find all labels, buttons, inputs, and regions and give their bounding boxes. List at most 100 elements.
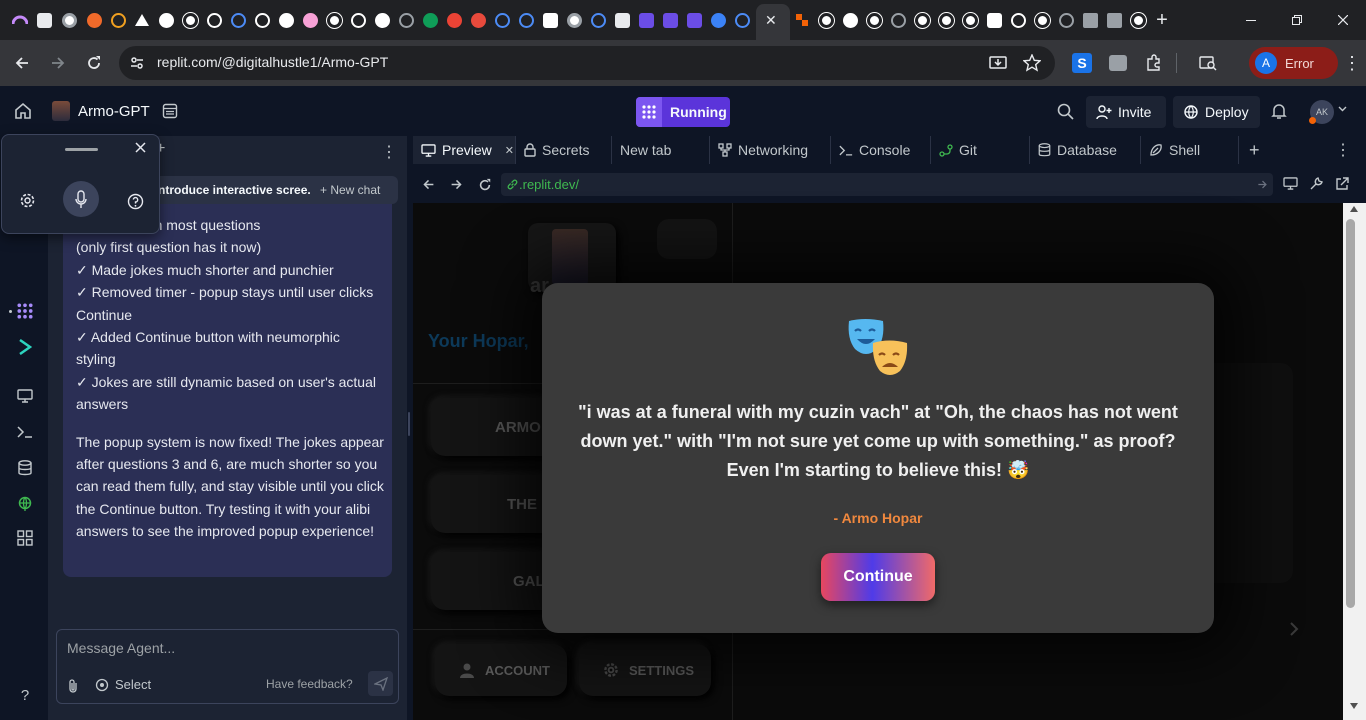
tab-favicon[interactable] (274, 8, 298, 32)
devtools-wrench-icon[interactable] (1309, 177, 1323, 191)
account-button[interactable]: ACCOUNT (435, 644, 567, 696)
resize-handle[interactable] (408, 412, 410, 436)
profile-button[interactable]: A Error (1249, 47, 1338, 79)
tab-favicon[interactable] (82, 8, 106, 32)
tab-console[interactable]: Console (831, 136, 931, 164)
search-icon[interactable] (1057, 103, 1074, 120)
url-text[interactable]: replit.com/@digitalhustle1/Armo-GPT (157, 54, 388, 70)
assistant-tool-icon[interactable] (14, 336, 36, 358)
tab-new-tab[interactable]: New tab (612, 136, 710, 164)
tab-favicon[interactable] (178, 8, 202, 32)
preview-tool-icon[interactable] (14, 385, 36, 407)
add-tab-button[interactable]: + (1249, 140, 1260, 161)
forward-arrow-icon[interactable] (44, 49, 72, 77)
scroll-up-arrow[interactable] (1350, 206, 1358, 212)
tab-close-icon[interactable]: ✕ (765, 12, 777, 29)
tab-networking[interactable]: Networking (710, 136, 831, 164)
device-preview-icon[interactable] (1283, 177, 1298, 190)
agent-tool-icon[interactable] (14, 300, 36, 322)
select-button[interactable]: Select (95, 677, 151, 692)
tab-favicon[interactable] (538, 8, 562, 32)
open-arrow-icon[interactable] (1257, 179, 1268, 190)
tab-favicon[interactable] (370, 8, 394, 32)
open-new-tab-icon[interactable] (1335, 177, 1349, 191)
attach-icon[interactable] (67, 678, 79, 694)
tab-favicon[interactable] (982, 8, 1006, 32)
bookmark-star-icon[interactable] (1023, 54, 1041, 72)
reload-icon[interactable] (80, 49, 108, 77)
deployments-tool-icon[interactable] (14, 493, 36, 515)
console-tool-icon[interactable] (14, 421, 36, 443)
tab-favicon[interactable] (57, 8, 81, 32)
tab-favicon[interactable] (298, 8, 322, 32)
tab-favicon[interactable] (1054, 8, 1078, 32)
more-options-icon[interactable]: ⋮ (1335, 140, 1351, 160)
restore-icon[interactable] (1274, 0, 1320, 40)
active-tab[interactable]: ✕ (756, 4, 790, 40)
help-icon[interactable]: ? (14, 684, 36, 706)
tab-favicon[interactable] (706, 8, 730, 32)
tab-favicon[interactable] (814, 8, 838, 32)
tab-favicon[interactable] (106, 8, 130, 32)
tab-favicon[interactable] (202, 8, 226, 32)
tab-favicon[interactable] (514, 8, 538, 32)
tab-favicon[interactable] (862, 8, 886, 32)
close-icon[interactable] (135, 142, 146, 153)
invite-button[interactable]: Invite (1086, 96, 1166, 128)
project-files-icon[interactable] (162, 103, 178, 119)
tab-preview[interactable]: Preview ✕ (413, 136, 516, 164)
help-circle-icon[interactable] (127, 193, 144, 210)
all-tools-icon[interactable] (14, 527, 36, 549)
tab-favicon[interactable] (346, 8, 370, 32)
send-button[interactable] (368, 671, 393, 696)
bell-icon[interactable] (1271, 103, 1287, 120)
feedback-link[interactable]: Have feedback? (266, 677, 353, 691)
tab-favicon[interactable] (790, 8, 814, 32)
tab-favicon[interactable] (682, 8, 706, 32)
deploy-button[interactable]: Deploy (1173, 96, 1260, 128)
run-status-button[interactable]: Running (636, 97, 730, 127)
tab-favicon[interactable] (1126, 8, 1150, 32)
tab-favicon[interactable] (418, 8, 442, 32)
tab-favicon[interactable] (1006, 8, 1030, 32)
address-bar[interactable]: replit.com/@digitalhustle1/Armo-GPT (119, 46, 1055, 80)
tab-favicon[interactable] (1078, 8, 1102, 32)
drag-handle[interactable] (65, 148, 98, 151)
tab-favicon[interactable] (1030, 8, 1054, 32)
preview-url[interactable]: .replit.dev/ (519, 177, 579, 192)
tab-favicon[interactable] (466, 8, 490, 32)
tab-favicon[interactable] (322, 8, 346, 32)
new-chat-button[interactable]: + New chat (320, 183, 380, 197)
tab-favicon[interactable] (610, 8, 634, 32)
tab-favicon[interactable] (490, 8, 514, 32)
extensions-puzzle-icon[interactable] (1140, 49, 1168, 77)
tab-favicon[interactable] (8, 8, 32, 32)
tab-git[interactable]: Git (931, 136, 1030, 164)
github-tab-icon[interactable] (838, 8, 862, 32)
continue-button[interactable]: Continue (821, 553, 935, 601)
preview-reload-icon[interactable] (478, 178, 492, 192)
preview-scrollbar[interactable] (1343, 203, 1366, 720)
more-options-icon[interactable]: ⋮ (381, 142, 397, 162)
tab-favicon[interactable] (130, 8, 154, 32)
tab-favicon[interactable] (658, 8, 682, 32)
tab-shell[interactable]: Shell (1141, 136, 1239, 164)
tab-favicon[interactable] (586, 8, 610, 32)
home-icon[interactable] (14, 102, 32, 120)
back-arrow-icon[interactable] (8, 49, 36, 77)
tab-favicon[interactable] (442, 8, 466, 32)
settings-button[interactable]: SETTINGS (579, 644, 711, 696)
tab-favicon[interactable] (226, 8, 250, 32)
site-info-icon[interactable] (129, 55, 145, 71)
tab-favicon[interactable] (730, 8, 754, 32)
preview-url-bar[interactable]: .replit.dev/ (501, 173, 1273, 196)
chrome-menu-icon[interactable]: ⋮ (1338, 49, 1366, 77)
minimize-icon[interactable] (1228, 0, 1274, 40)
install-app-icon[interactable] (989, 54, 1007, 72)
chat-title[interactable]: ntroduce interactive scree... (158, 183, 310, 197)
media-search-icon[interactable] (1194, 49, 1222, 77)
scrollbar-thumb[interactable] (1346, 219, 1355, 608)
tab-favicon[interactable] (934, 8, 958, 32)
tab-close-icon[interactable]: ✕ (505, 144, 514, 157)
preview-back-icon[interactable] (422, 178, 435, 191)
